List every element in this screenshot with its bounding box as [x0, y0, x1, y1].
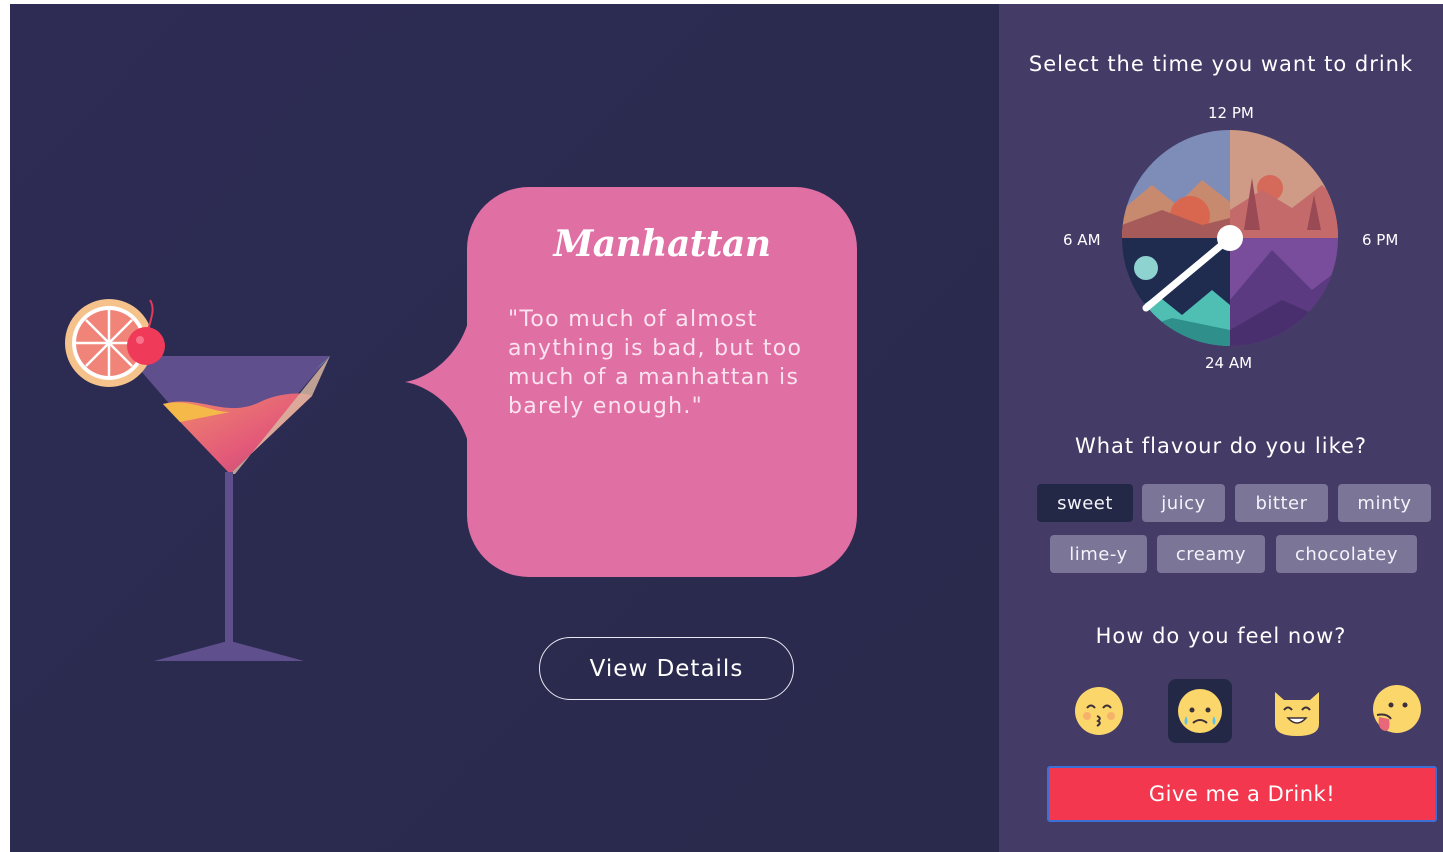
clock-label-left: 6 AM	[1063, 231, 1101, 249]
flavour-chip-minty[interactable]: minty	[1338, 484, 1431, 522]
give-me-a-drink-button[interactable]: Give me a Drink!	[1047, 766, 1437, 822]
view-details-button[interactable]: View Details	[539, 637, 794, 700]
mood-option-sad[interactable]	[1168, 679, 1232, 743]
clock-label-top: 12 PM	[1208, 104, 1254, 122]
mood-option-tongue[interactable]	[1363, 679, 1427, 743]
kissing-face-icon	[1075, 687, 1123, 735]
flavour-chip-sweet[interactable]: sweet	[1037, 484, 1133, 522]
flavour-chip-lime-y[interactable]: lime-y	[1050, 535, 1147, 573]
sad-tear-face-icon	[1178, 689, 1222, 733]
app: Manhattan "Too much of almost anything i…	[10, 4, 1443, 852]
flavour-chip-bitter[interactable]: bitter	[1235, 484, 1328, 522]
flavour-title: What flavour do you like?	[1074, 434, 1368, 458]
mood-option-happy[interactable]	[1265, 679, 1329, 743]
happy-cat-face-icon	[1275, 692, 1319, 736]
flavour-chip-juicy[interactable]: juicy	[1142, 484, 1225, 522]
flavour-chip-creamy[interactable]: creamy	[1157, 535, 1265, 573]
tongue-out-face-icon	[1373, 685, 1421, 733]
preferences-panel: Select the time you want to drink 12 PM …	[999, 4, 1443, 852]
drink-quote: "Too much of almost anything is bad, but…	[508, 307, 803, 419]
time-picker-title: Select the time you want to drink	[1028, 52, 1414, 76]
mood-option-kissing[interactable]	[1067, 679, 1131, 743]
clock-label-bottom: 24 AM	[1205, 354, 1253, 372]
drink-showcase: Manhattan "Too much of almost anything i…	[10, 4, 999, 852]
clock-label-right: 6 PM	[1362, 231, 1399, 249]
cocktail-illustration	[65, 299, 330, 661]
drink-name: Manhattan	[553, 223, 771, 265]
flavour-chip-chocolatey[interactable]: chocolatey	[1276, 535, 1417, 573]
quote-bubble: Manhattan "Too much of almost anything i…	[405, 187, 857, 577]
time-dial[interactable]	[1122, 130, 1338, 346]
mood-title: How do you feel now?	[1095, 624, 1347, 648]
